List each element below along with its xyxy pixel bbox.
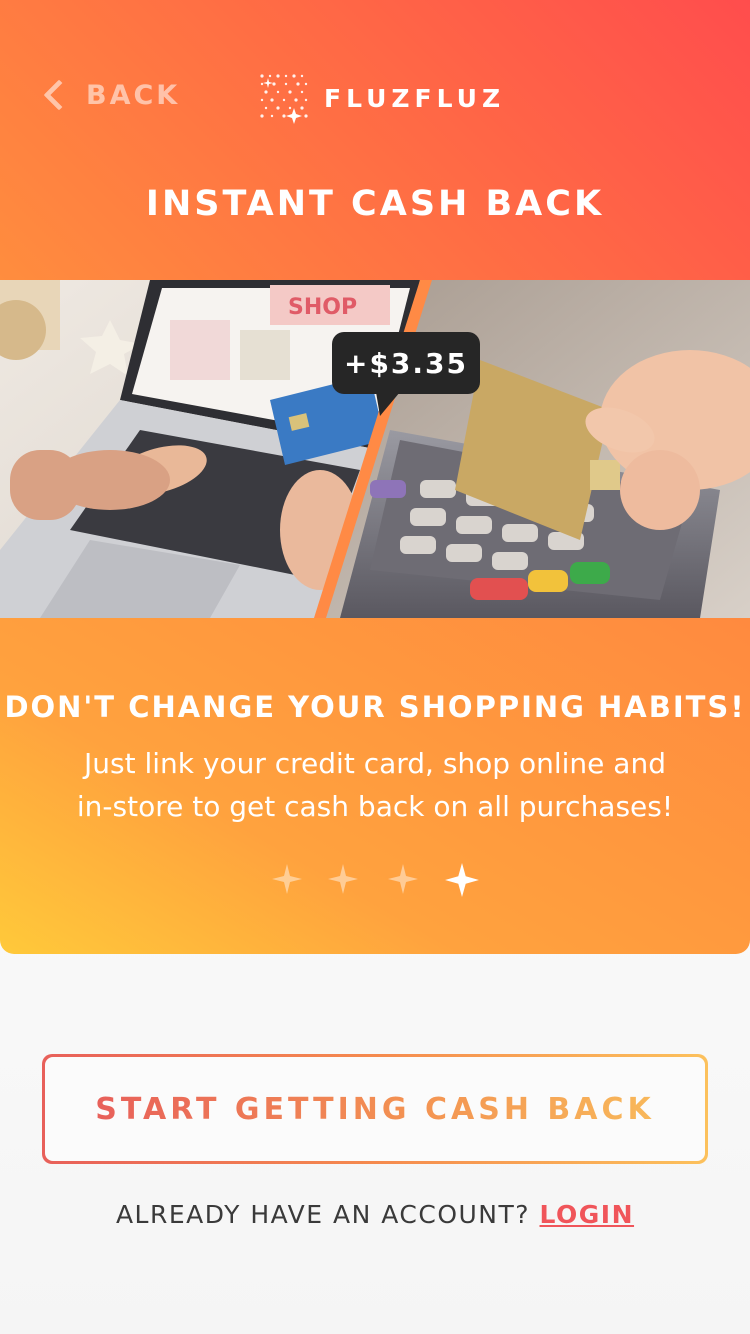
onboarding-card: DON'T CHANGE YOUR SHOPPING HABITS! Just … [0, 618, 750, 954]
chevron-left-icon [43, 79, 75, 111]
card-description: Just link your credit card, shop online … [40, 742, 710, 828]
card-heading: DON'T CHANGE YOUR SHOPPING HABITS! [4, 690, 746, 724]
card-description-line-1: Just link your credit card, shop online … [84, 747, 666, 780]
logo-mark-icon [258, 72, 310, 124]
login-prompt: ALREADY HAVE AN ACCOUNT? [115, 1200, 531, 1229]
page-dot-4-sparkle-icon-active[interactable] [444, 862, 480, 898]
page-dot-1-sparkle-icon[interactable] [270, 862, 304, 896]
start-cash-back-button[interactable]: START GETTING CASH BACK [42, 1054, 708, 1164]
svg-text:SHOP: SHOP [288, 295, 357, 320]
fluzfluz-logo: FLUZFLUZ [258, 72, 505, 124]
page-dot-3-sparkle-icon[interactable] [386, 862, 420, 896]
start-cash-back-button-inner: START GETTING CASH BACK [45, 1057, 705, 1161]
page-title: INSTANT CASH BACK [145, 184, 605, 224]
back-label: BACK [86, 79, 181, 111]
hero-photo-illustration: SHOP [0, 280, 750, 618]
logo-text: FLUZFLUZ [324, 83, 506, 113]
start-cash-back-label: START GETTING CASH BACK [95, 1091, 655, 1127]
cashback-badge: +$3.35 [332, 332, 480, 416]
hero-image: SHOP +$3.35 [0, 280, 750, 618]
page-indicator [0, 862, 750, 898]
card-description-line-2: in-store to get cash back on all purchas… [76, 790, 674, 823]
back-button[interactable]: BACK [40, 74, 180, 116]
header: BACK FLUZFLUZ INSTANT CASH BACK [0, 0, 750, 280]
login-prompt-row: ALREADY HAVE AN ACCOUNT? LOGIN [0, 1200, 750, 1229]
page-dot-2-sparkle-icon[interactable] [326, 862, 360, 896]
login-link[interactable]: LOGIN [540, 1200, 635, 1229]
